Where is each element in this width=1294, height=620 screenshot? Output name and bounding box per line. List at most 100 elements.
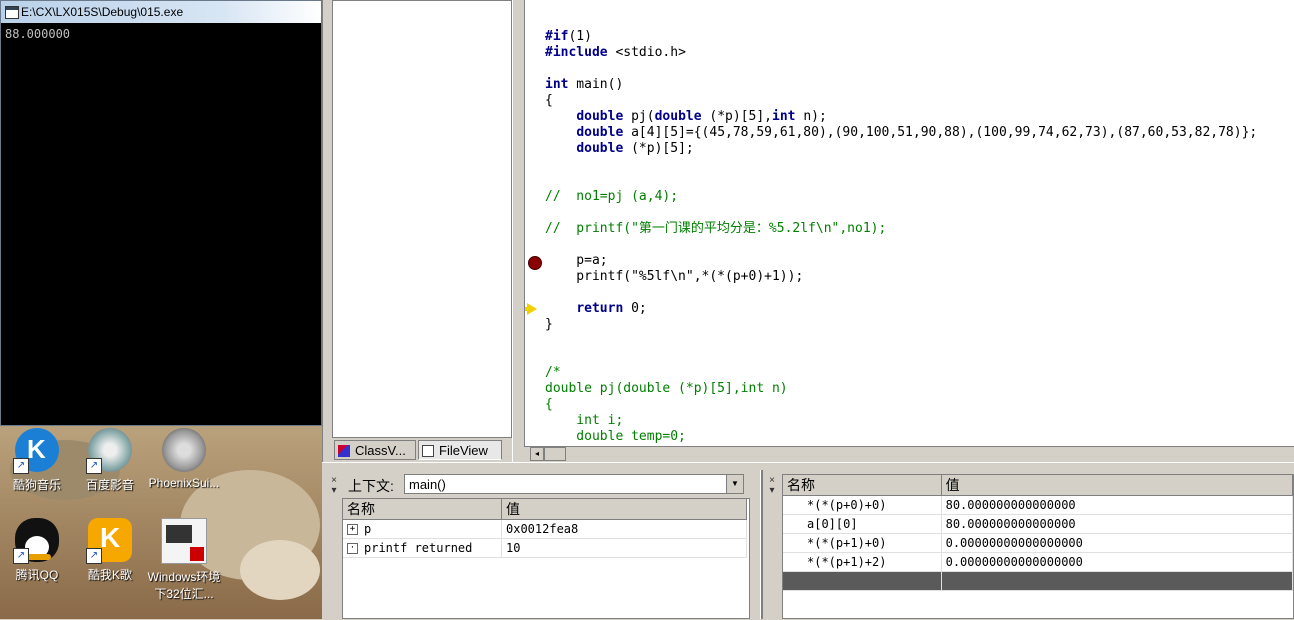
code-token: // no1=pj (a,4); — [545, 189, 679, 204]
console-output: 88.000000 — [5, 27, 71, 41]
kuwo-k-icon: K ↗ — [86, 518, 132, 564]
variables-grid[interactable]: 名称 值 + p 0x0012fea8 · printf returned 10 — [342, 498, 750, 619]
console-title: E:\CX\LX015S\Debug\015.exe — [21, 5, 184, 19]
scroll-left-button[interactable]: ◂ — [530, 447, 544, 461]
table-row[interactable]: *(*(p+1)+0) 0.00000000000000000 — [783, 533, 1294, 553]
code-line[interactable]: int main() — [545, 77, 1257, 93]
code-token: } — [545, 317, 553, 332]
chevron-down-icon[interactable]: ▼ — [726, 475, 743, 493]
desktop-icon-baidu-player[interactable]: ↗ 百度影音 — [73, 428, 147, 493]
code-token: int i; — [545, 413, 624, 428]
current-line-arrow-icon — [525, 303, 537, 315]
editor-gutter[interactable] — [525, 0, 542, 446]
code-token: // printf("第一门课的平均分是：%5.2lf\n",no1); — [545, 221, 887, 236]
desktop-icon-phoenixsuit[interactable]: PhoenixSui... — [147, 428, 221, 490]
pdf-book-icon — [161, 518, 207, 564]
code-line[interactable] — [545, 349, 1257, 365]
code-line[interactable]: // printf("第一门课的平均分是：%5.2lf\n",no1); — [545, 221, 1257, 237]
expand-icon[interactable]: + — [347, 524, 358, 535]
code-line[interactable] — [545, 157, 1257, 173]
table-row[interactable]: + p 0x0012fea8 — [343, 519, 747, 539]
table-row[interactable]: *(*(p+0)+0) 80.000000000000000 — [783, 495, 1294, 515]
panel-close-icon[interactable]: × ▾ — [766, 476, 778, 516]
console-title-bar[interactable]: E:\CX\LX015S\Debug\015.exe — [1, 1, 321, 23]
desktop-icon-kuwo-k[interactable]: K ↗ 酷我K歌 — [73, 518, 147, 583]
code-token: pj( — [623, 109, 655, 124]
code-line[interactable]: double temp=0; — [545, 429, 1257, 445]
watch-name[interactable]: *(*(p+1)+2) — [783, 552, 942, 572]
code-line[interactable] — [545, 237, 1257, 253]
code-token: double — [654, 109, 702, 124]
code-editor[interactable]: #if(1) #include <stdio.h> int main(){ doub… — [524, 0, 1294, 446]
code-line[interactable]: printf("%5lf\n",*(*(p+0)+1)); — [545, 269, 1257, 285]
code-line[interactable] — [545, 61, 1257, 77]
code-line[interactable]: { — [545, 93, 1257, 109]
desktop-icon-label: PhoenixSui... — [148, 476, 220, 490]
watch-name[interactable]: *(*(p+1)+0) — [783, 533, 942, 553]
code-line[interactable]: int i; — [545, 413, 1257, 429]
breakpoint-icon[interactable] — [528, 256, 542, 270]
code-token: int — [545, 77, 569, 92]
code-token: n); — [795, 109, 827, 124]
code-line[interactable]: } — [545, 317, 1257, 333]
tab-fileview[interactable]: FileView — [418, 440, 502, 460]
editor-horizontal-scrollbar[interactable]: ◂ — [524, 446, 1294, 463]
panel-divider[interactable] — [760, 470, 763, 619]
code-token: double — [576, 141, 624, 156]
code-line[interactable]: double a[4][5]={(45,78,59,61,80),(90,100… — [545, 125, 1257, 141]
column-header-value[interactable]: 值 — [941, 475, 1294, 496]
code-line[interactable]: double (*p)[5]; — [545, 141, 1257, 157]
code-token: (*p)[5]; — [623, 141, 694, 156]
console-window[interactable]: E:\CX\LX015S\Debug\015.exe 88.000000 — [0, 0, 322, 426]
watch-name[interactable]: a[0][0] — [783, 514, 942, 534]
code-line[interactable] — [545, 173, 1257, 189]
code-token: double — [576, 109, 624, 124]
table-row[interactable]: · printf returned 10 — [343, 538, 747, 558]
code-token: (*p)[5], — [701, 109, 773, 124]
code-token: int — [772, 109, 796, 124]
desktop-icon-label: 酷我K歌 — [87, 568, 132, 582]
baidu-player-icon: ↗ — [86, 428, 132, 474]
code-text[interactable]: #if(1) #include <stdio.h> int main(){ doub… — [545, 29, 1257, 445]
panel-close-icon[interactable]: × ▾ — [328, 476, 340, 516]
scroll-thumb[interactable] — [544, 447, 566, 461]
table-row[interactable]: *(*(p+1)+2) 0.00000000000000000 — [783, 552, 1294, 572]
desktop-icon-label: Windows环境下32位汇... — [147, 570, 221, 601]
code-token: { — [545, 397, 553, 412]
code-line[interactable]: return 0; — [545, 301, 1257, 317]
code-token: return — [576, 301, 624, 316]
code-line[interactable]: /* — [545, 365, 1257, 381]
watch-name[interactable]: *(*(p+0)+0) — [783, 495, 942, 515]
context-select[interactable]: main() ▼ — [404, 474, 744, 494]
desktop-icon-pdf-book[interactable]: Windows环境下32位汇... — [147, 518, 221, 602]
code-line[interactable]: // no1=pj (a,4); — [545, 189, 1257, 205]
code-line[interactable] — [545, 285, 1257, 301]
watch-new-entry-row[interactable] — [783, 571, 1294, 591]
watch-value: 80.000000000000000 — [941, 514, 1294, 534]
code-line[interactable]: { — [545, 397, 1257, 413]
code-token: <stdio.h> — [607, 45, 686, 60]
code-line[interactable]: double pj(double (*p)[5],int n) — [545, 381, 1257, 397]
desktop-icon-kugou[interactable]: K ↗ 酷狗音乐 — [0, 428, 74, 493]
watch-value: 0.00000000000000000 — [941, 533, 1294, 553]
context-label: 上下文: — [348, 478, 394, 494]
column-header-name[interactable]: 名称 — [783, 475, 942, 496]
file-view-icon — [422, 445, 434, 457]
code-line[interactable] — [545, 205, 1257, 221]
code-line[interactable]: p=a; — [545, 253, 1257, 269]
tab-classview[interactable]: ClassV... — [334, 440, 416, 460]
column-header-name[interactable]: 名称 — [343, 499, 502, 520]
variable-name: p — [364, 522, 372, 536]
column-header-value[interactable]: 值 — [501, 499, 747, 520]
desktop-icon-qq[interactable]: ↗ 腾讯QQ — [0, 518, 74, 583]
code-line[interactable]: #include <stdio.h> — [545, 45, 1257, 61]
code-token: a[4][5]={(45,78,59,61,80),(90,100,51,90,… — [623, 125, 1258, 140]
code-token: double temp=0; — [545, 429, 686, 444]
code-line[interactable]: double pj(double (*p)[5],int n); — [545, 109, 1257, 125]
code-line[interactable] — [545, 333, 1257, 349]
code-line[interactable]: #if(1) — [545, 29, 1257, 45]
table-row[interactable]: a[0][0] 80.000000000000000 — [783, 514, 1294, 534]
watch-grid[interactable]: 名称 值 *(*(p+0)+0) 80.000000000000000 a[0]… — [782, 474, 1294, 619]
phoenixsuit-icon — [162, 428, 206, 472]
